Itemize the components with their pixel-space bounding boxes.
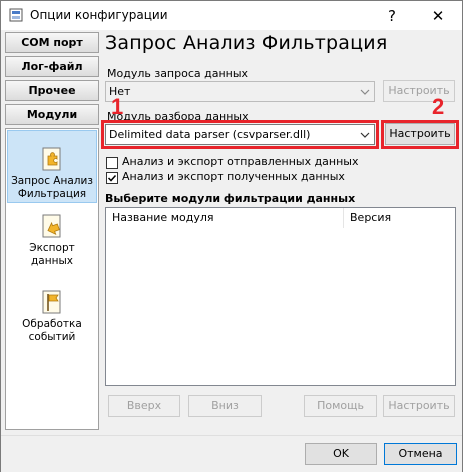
- help-icon: ?: [388, 6, 396, 25]
- nav-misc-button[interactable]: Прочее: [5, 80, 99, 101]
- sidebar-item-label: Запрос Анализ Фильтрация: [11, 175, 93, 200]
- column-header-version[interactable]: Версия: [344, 208, 455, 228]
- modules-sidebar: Запрос Анализ Фильтрация Экспорт данных …: [5, 128, 99, 430]
- sidebar-item-label: Экспорт данных: [29, 242, 75, 267]
- analyze-sent-label: Анализ и экспорт отправленных данных: [122, 155, 359, 168]
- analyze-received-label: Анализ и экспорт полученных данных: [122, 170, 345, 183]
- filter-modules-label: Выберите модули фильтрации данных: [105, 192, 356, 205]
- cancel-button[interactable]: Отмена: [384, 443, 457, 465]
- flag-icon: [42, 290, 61, 314]
- nav-log-file-button[interactable]: Лог-файл: [5, 56, 99, 77]
- annotation-number-1: 1: [111, 94, 124, 119]
- chevron-down-icon: [356, 82, 374, 101]
- annotation-box-parser-select: [101, 120, 379, 149]
- nav-com-port-button[interactable]: COM порт: [5, 32, 99, 53]
- app-icon: [9, 8, 23, 22]
- analyze-received-checkbox[interactable]: [106, 172, 118, 184]
- config-options-window: Опции конфигурации ? ✕ COM порт Лог-файл…: [0, 0, 463, 472]
- checkmark-icon: [107, 174, 117, 182]
- close-window-button[interactable]: ✕: [415, 1, 461, 30]
- ok-button[interactable]: OK: [305, 443, 377, 465]
- puzzle-icon: [42, 147, 61, 171]
- nav-modules-button[interactable]: Модули: [5, 104, 99, 125]
- page-title: Запрос Анализ Фильтрация: [105, 32, 388, 54]
- close-icon: ✕: [431, 6, 445, 25]
- annotation-number-2: 2: [432, 94, 445, 119]
- query-module-label: Модуль запроса данных: [107, 67, 249, 80]
- column-header-module-name[interactable]: Название модуля: [106, 208, 344, 228]
- filter-modules-table[interactable]: Название модуля Версия: [105, 207, 456, 386]
- query-module-select[interactable]: Нет: [105, 81, 375, 102]
- sidebar-item-query-analysis[interactable]: Запрос Анализ Фильтрация: [7, 130, 97, 203]
- filter-help-button[interactable]: Помощь: [304, 395, 377, 417]
- analyze-sent-checkbox[interactable]: [106, 157, 118, 169]
- annotation-box-configure-button: [381, 120, 459, 149]
- filter-configure-button[interactable]: Настроить: [383, 395, 455, 417]
- move-down-button[interactable]: Вниз: [188, 395, 262, 417]
- title-bar: Опции конфигурации ? ✕: [1, 1, 462, 30]
- sidebar-item-event-handling[interactable]: Обработка событий: [7, 289, 97, 353]
- move-up-button[interactable]: Вверх: [108, 395, 180, 417]
- sidebar-item-label: Обработка событий: [22, 318, 82, 343]
- export-icon: [42, 214, 61, 238]
- help-title-button[interactable]: ?: [369, 1, 415, 30]
- sidebar-item-export-data[interactable]: Экспорт данных: [7, 213, 97, 277]
- window-title: Опции конфигурации: [30, 8, 168, 22]
- dialog-footer: OK Отмена: [1, 435, 462, 472]
